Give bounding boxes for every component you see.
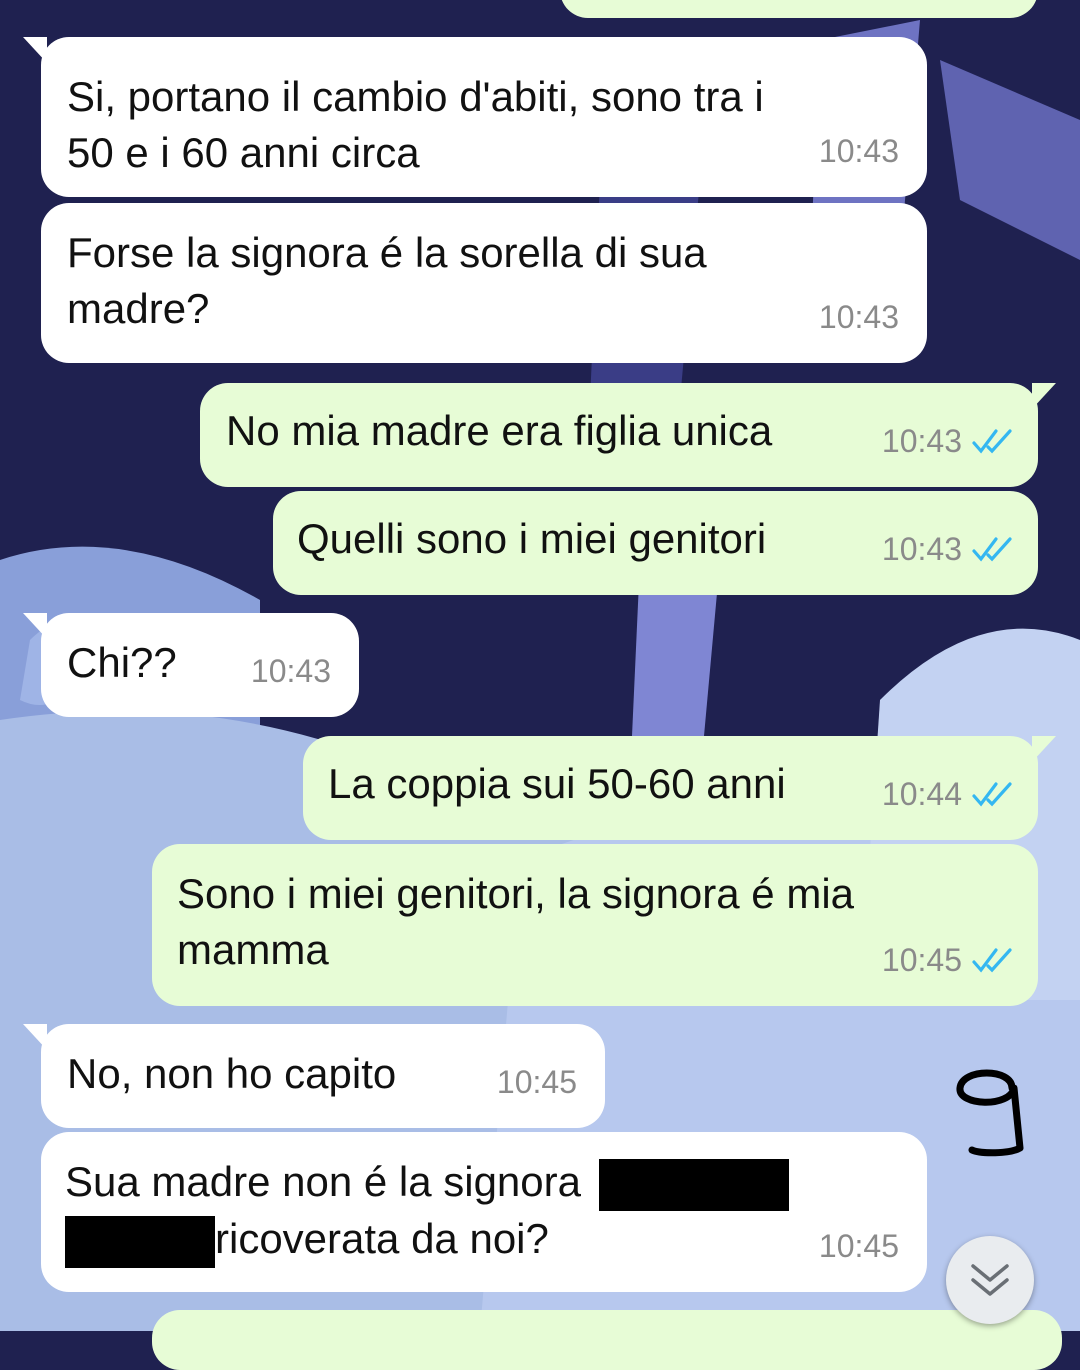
message-text: Sua madre non é la signora ricoverata da… — [65, 1154, 789, 1268]
double-check-icon — [972, 948, 1012, 973]
message-bubble-outgoing[interactable]: No mia madre era figlia unica 10:43 — [200, 383, 1056, 487]
message-text: Sono i miei genitori, la signora é mia m… — [177, 870, 855, 973]
message-bubble-incoming[interactable]: Si, portano il cambio d'abiti, sono tra … — [23, 37, 927, 197]
message-time: 10:43 — [882, 521, 1016, 577]
chevron-double-down-icon — [971, 1264, 1009, 1296]
message-bubble-outgoing[interactable]: La coppia sui 50-60 anni 10:44 — [303, 736, 1056, 840]
message-bubble-outgoing[interactable]: Sono i miei genitori, la signora é mia m… — [152, 844, 1038, 1006]
message-text: La coppia sui 50-60 anni — [328, 760, 786, 807]
message-text: Quelli sono i miei genitori — [297, 515, 767, 562]
message-time: 10:45 — [882, 932, 1016, 988]
message-bubble-outgoing-partial[interactable] — [560, 0, 1038, 18]
message-bubble-incoming[interactable]: No, non ho capito 10:45 — [23, 1024, 605, 1128]
message-time: 10:45 — [496, 1064, 577, 1100]
message-time: 10:43 — [818, 133, 899, 169]
message-line: Sua madre non é la signora — [65, 1158, 581, 1205]
message-time: 10:43 — [250, 653, 331, 689]
message-text: Si, portano il cambio d'abiti, sono tra … — [67, 73, 764, 176]
message-time: 10:43 — [882, 413, 1016, 469]
message-text: No, non ho capito — [67, 1050, 397, 1097]
scroll-to-bottom-button[interactable] — [946, 1236, 1034, 1324]
double-check-icon — [972, 782, 1012, 807]
handwritten-annotation — [956, 1069, 1024, 1157]
message-bubble-incoming[interactable]: Chi?? 10:43 — [23, 613, 359, 717]
double-check-icon — [972, 537, 1012, 562]
message-time: 10:44 — [882, 766, 1016, 822]
message-text: Forse la signora é la sorella di sua mad… — [67, 229, 707, 332]
message-time: 10:43 — [818, 299, 899, 335]
message-bubble-incoming[interactable]: Sua madre non é la signora ricoverata da… — [41, 1132, 927, 1292]
message-bubble-outgoing-partial[interactable] — [152, 1310, 1062, 1370]
message-bubble-outgoing[interactable]: Quelli sono i miei genitori 10:43 — [273, 491, 1038, 595]
message-bubble-incoming[interactable]: Forse la signora é la sorella di sua mad… — [41, 203, 927, 363]
message-line: ricoverata da noi? — [215, 1214, 549, 1262]
message-text: Chi?? — [67, 639, 177, 686]
double-check-icon — [972, 429, 1012, 454]
message-time: 10:45 — [818, 1228, 899, 1264]
redaction-block — [598, 1158, 789, 1211]
redaction-block — [65, 1215, 215, 1268]
message-text: No mia madre era figlia unica — [226, 407, 773, 454]
